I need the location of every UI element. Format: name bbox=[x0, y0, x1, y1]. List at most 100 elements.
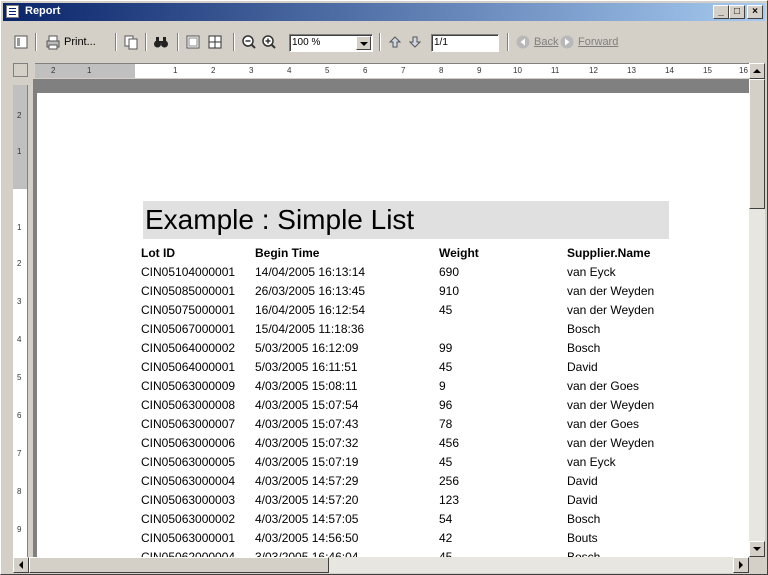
back-button[interactable]: Back bbox=[515, 31, 558, 53]
find-binoculars-icon bbox=[153, 34, 169, 50]
horizontal-ruler: 2 1 1 2 3 4 5 6 7 8 9 10 11 12 13 14 15 … bbox=[35, 63, 749, 78]
vertical-scroll-thumb[interactable] bbox=[749, 79, 765, 209]
zoom-out-icon bbox=[241, 34, 257, 50]
weight-cell: 123 bbox=[439, 493, 460, 507]
supplier-name-cell: David bbox=[567, 474, 598, 488]
supplier-name-cell: van der Goes bbox=[567, 379, 640, 393]
lot-id-cell: CIN05104000001 bbox=[141, 265, 236, 279]
single-page-icon bbox=[185, 34, 201, 50]
back-label: Back bbox=[534, 36, 559, 48]
forward-button[interactable]: Forward bbox=[559, 31, 618, 53]
lot-id-cell: CIN05064000001 bbox=[141, 360, 236, 374]
supplier-name-cell: Bosch bbox=[567, 512, 601, 526]
weight-cell: 54 bbox=[439, 512, 453, 526]
supplier-name-cell: Bosch bbox=[567, 322, 601, 336]
title-bar[interactable]: Report _ □ × bbox=[3, 3, 765, 21]
begin-time-cell: 4/03/2005 14:57:20 bbox=[255, 493, 359, 507]
zoom-out-button[interactable] bbox=[241, 31, 257, 53]
print-button[interactable]: Print... bbox=[45, 31, 96, 53]
weight-cell: 690 bbox=[439, 265, 460, 279]
prev-page-arrow-icon bbox=[387, 34, 403, 50]
zoom-value: 100 % bbox=[292, 37, 321, 48]
supplier-name-cell: Bosch bbox=[567, 341, 601, 355]
table-row: CIN05063000009 4/03/2005 15:08:11 9 van der… bbox=[37, 379, 737, 398]
zoom-in-icon bbox=[261, 34, 277, 50]
scroll-down-button[interactable] bbox=[749, 541, 765, 557]
begin-time-cell: 15/04/2005 11:18:36 bbox=[255, 322, 365, 336]
table-row: CIN05063000007 4/03/2005 15:07:43 78 van de… bbox=[37, 417, 737, 436]
supplier-name-cell: van Eyck bbox=[567, 265, 616, 279]
maximize-button[interactable]: □ bbox=[729, 5, 745, 19]
supplier-name-cell: van der Goes bbox=[567, 417, 640, 431]
weight-cell: 256 bbox=[439, 474, 460, 488]
report-title: Example : Simple List bbox=[143, 201, 669, 239]
table-row: CIN05062000004 3/03/2005 16:46:04 45 Bosch bbox=[37, 550, 737, 557]
weight-cell: 42 bbox=[439, 531, 453, 545]
begin-time-cell: 26/03/2005 16:13:45 bbox=[255, 284, 366, 298]
find-button[interactable] bbox=[153, 31, 169, 53]
begin-time-cell: 4/03/2005 14:57:29 bbox=[255, 474, 359, 488]
supplier-name-cell: van der Weyden bbox=[567, 303, 655, 317]
supplier-name-cell: van der Weyden bbox=[567, 436, 655, 450]
vertical-ruler: 2 1 1 2 3 4 5 6 7 8 9 bbox=[13, 85, 28, 557]
weight-cell: 45 bbox=[439, 303, 453, 317]
next-page-button[interactable] bbox=[407, 31, 423, 53]
window-title: Report bbox=[25, 5, 61, 17]
weight-cell: 99 bbox=[439, 341, 453, 355]
close-button[interactable]: × bbox=[747, 5, 763, 19]
begin-time-cell: 4/03/2005 14:56:50 bbox=[255, 531, 359, 545]
horizontal-scroll-thumb[interactable] bbox=[29, 557, 329, 573]
next-page-arrow-icon bbox=[407, 34, 423, 50]
supplier-name-cell: Bosch bbox=[567, 550, 601, 557]
lot-id-cell: CIN05063000009 bbox=[141, 379, 236, 393]
begin-time-cell: 3/03/2005 16:46:04 bbox=[255, 550, 359, 557]
page-setup-button[interactable] bbox=[13, 31, 29, 53]
zoom-in-button[interactable] bbox=[261, 31, 277, 53]
table-row: CIN05064000002 5/03/2005 16:12:09 99 Bosch bbox=[37, 341, 737, 360]
column-header-begin-time: Begin Time bbox=[255, 246, 320, 260]
scrollbar-corner bbox=[749, 557, 765, 573]
scroll-up-button[interactable] bbox=[749, 63, 765, 79]
column-header-lot-id: Lot ID bbox=[141, 246, 175, 260]
begin-time-cell: 5/03/2005 16:12:09 bbox=[255, 341, 359, 355]
weight-cell: 45 bbox=[439, 360, 453, 374]
scroll-left-button[interactable] bbox=[13, 557, 29, 573]
lot-id-cell: CIN05063000004 bbox=[141, 474, 236, 488]
single-page-button[interactable] bbox=[185, 31, 201, 53]
vertical-scrollbar[interactable] bbox=[749, 63, 765, 557]
weight-cell: 456 bbox=[439, 436, 460, 450]
weight-cell: 78 bbox=[439, 417, 453, 431]
supplier-name-cell: van der Weyden bbox=[567, 284, 655, 298]
print-label: Print... bbox=[64, 36, 96, 48]
weight-cell: 9 bbox=[439, 379, 446, 393]
begin-time-cell: 4/03/2005 15:07:43 bbox=[255, 417, 359, 431]
report-page: Example : Simple List Lot ID Begin Time … bbox=[37, 93, 749, 557]
multi-page-button[interactable] bbox=[207, 31, 223, 53]
prev-page-button[interactable] bbox=[387, 31, 403, 53]
forward-label: Forward bbox=[578, 36, 619, 48]
weight-cell: 96 bbox=[439, 398, 453, 412]
supplier-name-cell: David bbox=[567, 493, 598, 507]
lot-id-cell: CIN05062000004 bbox=[141, 550, 236, 557]
report-app-icon bbox=[6, 5, 19, 18]
begin-time-cell: 5/03/2005 16:11:51 bbox=[255, 360, 358, 374]
multi-page-icon bbox=[207, 34, 223, 50]
table-row: CIN05063000005 4/03/2005 15:07:19 45 van Ey… bbox=[37, 455, 737, 474]
toolbar: Print... 100 % 1/1 Back Forward bbox=[3, 25, 765, 59]
page-number-field[interactable]: 1/1 bbox=[431, 34, 499, 52]
copy-button[interactable] bbox=[123, 31, 139, 53]
weight-cell: 910 bbox=[439, 284, 460, 298]
chevron-down-icon[interactable] bbox=[356, 36, 371, 50]
zoom-select[interactable]: 100 % bbox=[289, 34, 373, 52]
table-row: CIN05085000001 26/03/2005 16:13:45 910 van … bbox=[37, 284, 737, 303]
table-row: CIN05063000004 4/03/2005 14:57:29 256 David bbox=[37, 474, 737, 493]
supplier-name-cell: Bouts bbox=[567, 531, 598, 545]
lot-id-cell: CIN05063000002 bbox=[141, 512, 236, 526]
horizontal-scrollbar[interactable] bbox=[13, 557, 749, 573]
back-icon bbox=[515, 34, 531, 50]
begin-time-cell: 4/03/2005 15:07:54 bbox=[255, 398, 359, 412]
scroll-right-button[interactable] bbox=[733, 557, 749, 573]
minimize-button[interactable]: _ bbox=[713, 5, 729, 19]
lot-id-cell: CIN05075000001 bbox=[141, 303, 236, 317]
supplier-name-cell: van der Weyden bbox=[567, 398, 655, 412]
